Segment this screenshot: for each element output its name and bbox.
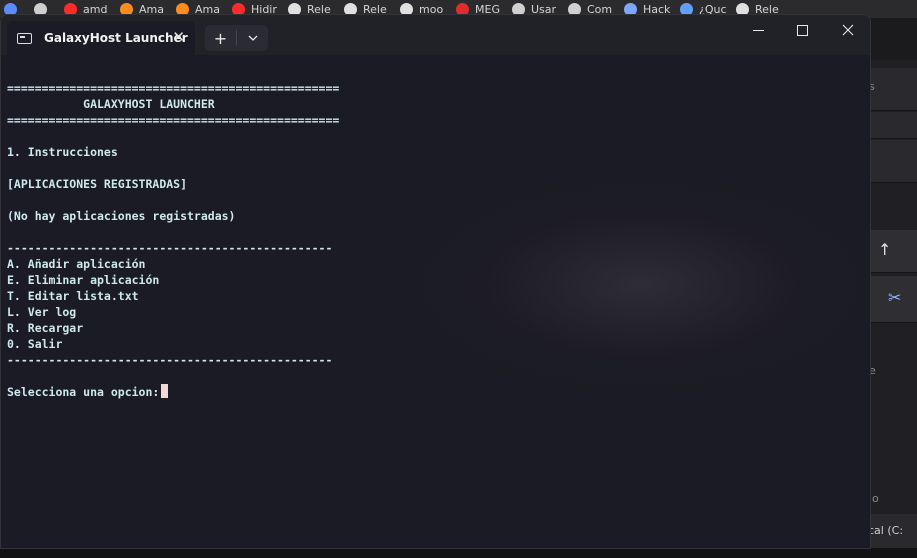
terminal-icon xyxy=(17,32,32,44)
title-bar[interactable]: GalaxyHost Launcher ✕ + xyxy=(1,15,870,55)
background-upload-row[interactable]: ↑ xyxy=(868,230,917,273)
terminal-line: [APLICACIONES REGISTRADAS] xyxy=(7,177,188,191)
background-text-fragment: o xyxy=(872,492,879,505)
maximize-button[interactable] xyxy=(787,24,817,40)
tab-title: GalaxyHost Launcher xyxy=(44,31,188,45)
tab-galaxyhost-launcher[interactable]: GalaxyHost Launcher ✕ xyxy=(7,21,195,55)
new-tab-button[interactable]: + xyxy=(205,29,236,48)
prompt-line[interactable]: Selecciona una opcion: xyxy=(7,384,169,400)
terminal-line: GALAXYHOST LAUNCHER xyxy=(7,97,215,111)
terminal-line: ========================================… xyxy=(7,113,340,127)
background-row xyxy=(868,140,917,183)
terminal-line: ----------------------------------------… xyxy=(7,241,333,255)
background-drive-row[interactable]: cal (C: xyxy=(868,514,917,551)
drive-label: cal (C: xyxy=(868,524,904,537)
terminal-line: E. Eliminar aplicación xyxy=(7,273,160,287)
terminal-output-area[interactable]: ========================================… xyxy=(1,55,870,548)
terminal-line: R. Recargar xyxy=(7,321,84,335)
terminal-line: A. Añadir aplicación xyxy=(7,257,146,271)
terminal-line: 0. Salir xyxy=(7,337,63,351)
tab-close-icon[interactable]: ✕ xyxy=(172,28,185,46)
terminal-line: L. Ver log xyxy=(7,305,77,319)
terminal-window: GalaxyHost Launcher ✕ + ================… xyxy=(0,14,871,549)
prompt-text: Selecciona una opcion: xyxy=(7,385,160,399)
close-button[interactable] xyxy=(833,24,863,40)
background-row xyxy=(868,112,917,139)
scissors-icon[interactable]: ✂ xyxy=(888,288,901,307)
background-row xyxy=(868,68,917,111)
background-cut-row[interactable]: ✂ xyxy=(868,276,917,323)
terminal-line: ========================================… xyxy=(7,81,340,95)
terminal-line: ----------------------------------------… xyxy=(7,353,333,367)
arrow-up-icon[interactable]: ↑ xyxy=(878,240,891,259)
terminal-line: 1. Instrucciones xyxy=(7,145,118,159)
terminal-line: T. Editar lista.txt xyxy=(7,289,139,303)
minimize-button[interactable] xyxy=(743,24,773,40)
new-tab-group: + xyxy=(205,25,268,51)
text-cursor xyxy=(161,384,169,398)
background-app-panel: s ↑ ✂ e o cal (C: xyxy=(868,60,917,558)
terminal-text: ========================================… xyxy=(7,80,339,400)
terminal-lines: ========================================… xyxy=(7,81,339,367)
chevron-down-icon[interactable] xyxy=(237,33,268,44)
taskbar-edge xyxy=(0,548,917,558)
terminal-line: (No hay aplicaciones registradas) xyxy=(7,209,236,223)
